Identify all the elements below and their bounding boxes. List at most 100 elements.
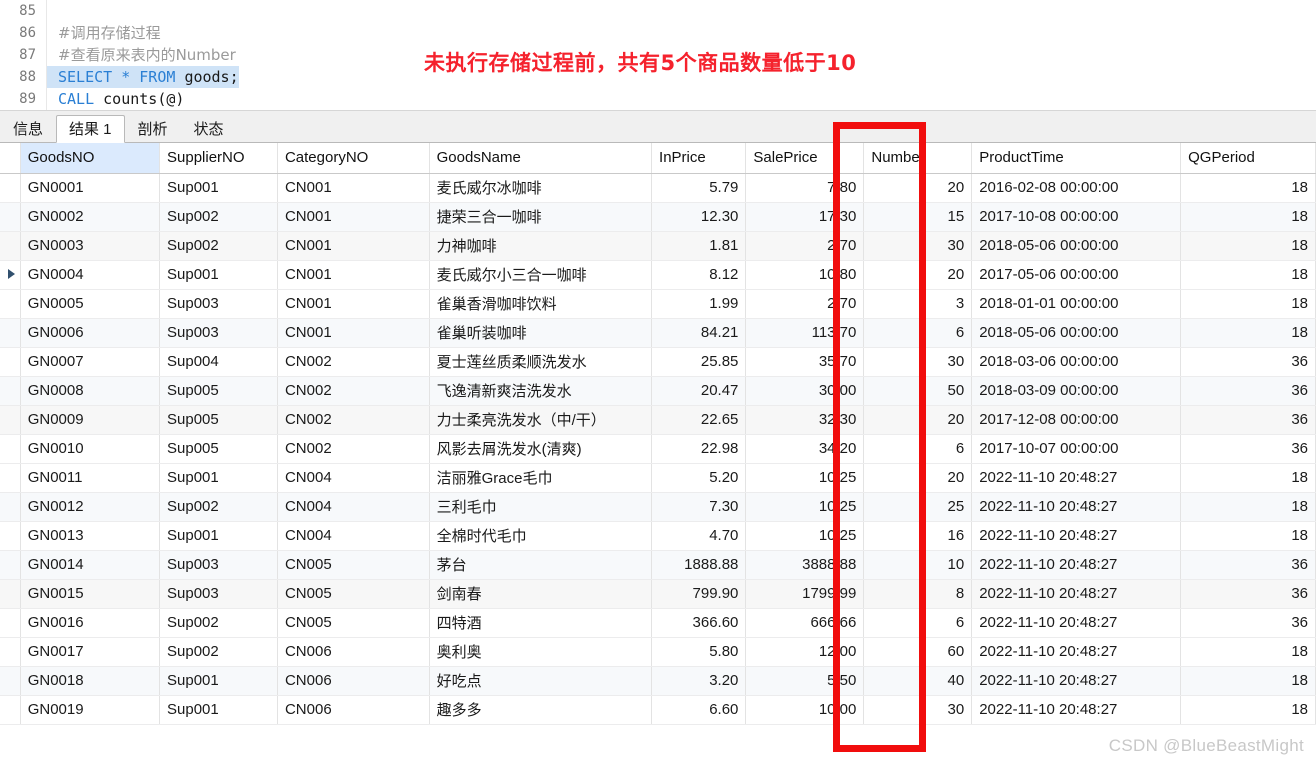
table-row[interactable]: GN0018 Sup001 CN006 好吃点 3.20 5.50 40 2022-11-10… xyxy=(0,666,1316,696)
cell-inprice[interactable]: 5.79 xyxy=(651,173,747,203)
table-row[interactable]: GN0006 Sup003 CN001 雀巢听装咖啡 84.21 113.70 6 2018-… xyxy=(0,318,1316,348)
row-marker-cell[interactable] xyxy=(0,318,21,348)
cell-supplierno[interactable]: Sup002 xyxy=(159,231,278,261)
table-row[interactable]: GN0017 Sup002 CN006 奥利奥 5.80 12.00 60 2022-11-1… xyxy=(0,637,1316,667)
editor-code-text[interactable]: #调用存储过程 xyxy=(46,22,161,44)
cell-qgperiod[interactable]: 18 xyxy=(1180,231,1316,261)
cell-saleprice[interactable]: 113.70 xyxy=(745,318,865,348)
cell-number[interactable]: 6 xyxy=(863,318,973,348)
cell-goodsname[interactable]: 茅台 xyxy=(429,550,653,580)
tab-0[interactable]: 信息 xyxy=(0,115,56,142)
cell-inprice[interactable]: 5.20 xyxy=(651,463,747,493)
editor-code-text[interactable]: #查看原来表内的Number xyxy=(46,44,236,66)
cell-goodsname[interactable]: 力神咖啡 xyxy=(429,231,653,261)
cell-saleprice[interactable]: 3888.88 xyxy=(745,550,865,580)
cell-inprice[interactable]: 799.90 xyxy=(651,579,747,609)
cell-producttime[interactable]: 2016-02-08 00:00:00 xyxy=(971,173,1182,203)
cell-inprice[interactable]: 12.30 xyxy=(651,202,747,232)
table-row[interactable]: GN0011 Sup001 CN004 洁丽雅Grace毛巾 5.20 10.25 20 20… xyxy=(0,463,1316,493)
column-header-qgperiod[interactable]: QGPeriod xyxy=(1180,143,1316,174)
cell-goodsno[interactable]: GN0019 xyxy=(20,695,161,725)
editor-line[interactable]: 86 #调用存储过程 xyxy=(0,22,1316,44)
cell-supplierno[interactable]: Sup001 xyxy=(159,695,278,725)
cell-goodsname[interactable]: 四特酒 xyxy=(429,608,653,638)
table-row[interactable]: GN0015 Sup003 CN005 剑南春 799.90 1799.99 8 2022-1… xyxy=(0,579,1316,609)
cell-goodsno[interactable]: GN0017 xyxy=(20,637,161,667)
cell-qgperiod[interactable]: 18 xyxy=(1180,318,1316,348)
cell-number[interactable]: 30 xyxy=(863,695,973,725)
editor-code-text[interactable]: CALL counts(@) xyxy=(46,88,184,110)
cell-saleprice[interactable]: 10.25 xyxy=(745,521,865,551)
cell-goodsname[interactable]: 三利毛巾 xyxy=(429,492,653,522)
cell-inprice[interactable]: 8.12 xyxy=(651,260,747,290)
cell-inprice[interactable]: 6.60 xyxy=(651,695,747,725)
cell-categoryno[interactable]: CN006 xyxy=(277,695,430,725)
row-marker-cell[interactable] xyxy=(0,550,21,580)
cell-qgperiod[interactable]: 18 xyxy=(1180,260,1316,290)
cell-inprice[interactable]: 20.47 xyxy=(651,376,747,406)
cell-qgperiod[interactable]: 18 xyxy=(1180,202,1316,232)
table-row[interactable]: GN0002 Sup002 CN001 捷荣三合一咖啡 12.30 17.30 15 2017… xyxy=(0,202,1316,232)
cell-producttime[interactable]: 2017-05-06 00:00:00 xyxy=(971,260,1182,290)
cell-inprice[interactable]: 366.60 xyxy=(651,608,747,638)
cell-goodsno[interactable]: GN0008 xyxy=(20,376,161,406)
cell-goodsname[interactable]: 雀巢香滑咖啡饮料 xyxy=(429,289,653,319)
cell-producttime[interactable]: 2022-11-10 20:48:27 xyxy=(971,463,1182,493)
cell-qgperiod[interactable]: 18 xyxy=(1180,463,1316,493)
cell-categoryno[interactable]: CN005 xyxy=(277,608,430,638)
cell-categoryno[interactable]: CN002 xyxy=(277,347,430,377)
cell-producttime[interactable]: 2022-11-10 20:48:27 xyxy=(971,579,1182,609)
cell-number[interactable]: 25 xyxy=(863,492,973,522)
cell-supplierno[interactable]: Sup002 xyxy=(159,492,278,522)
cell-qgperiod[interactable]: 36 xyxy=(1180,347,1316,377)
table-row[interactable]: GN0007 Sup004 CN002 夏士莲丝质柔顺洗发水 25.85 35.70 30 2… xyxy=(0,347,1316,377)
cell-number[interactable]: 20 xyxy=(863,463,973,493)
cell-supplierno[interactable]: Sup003 xyxy=(159,289,278,319)
cell-goodsno[interactable]: GN0004 xyxy=(20,260,161,290)
cell-goodsname[interactable]: 风影去屑洗发水(清爽) xyxy=(429,434,653,464)
cell-supplierno[interactable]: Sup002 xyxy=(159,608,278,638)
row-marker-cell[interactable] xyxy=(0,608,21,638)
cell-categoryno[interactable]: CN004 xyxy=(277,463,430,493)
cell-goodsno[interactable]: GN0018 xyxy=(20,666,161,696)
row-marker-cell[interactable] xyxy=(0,405,21,435)
column-header-producttime[interactable]: ProductTime xyxy=(971,143,1182,174)
table-row[interactable]: GN0010 Sup005 CN002 风影去屑洗发水(清爽) 22.98 34.20 6 2… xyxy=(0,434,1316,464)
cell-producttime[interactable]: 2022-11-10 20:48:27 xyxy=(971,492,1182,522)
cell-goodsname[interactable]: 捷荣三合一咖啡 xyxy=(429,202,653,232)
cell-goodsname[interactable]: 雀巢听装咖啡 xyxy=(429,318,653,348)
cell-inprice[interactable]: 7.30 xyxy=(651,492,747,522)
cell-goodsno[interactable]: GN0002 xyxy=(20,202,161,232)
cell-categoryno[interactable]: CN001 xyxy=(277,173,430,203)
cell-number[interactable]: 6 xyxy=(863,434,973,464)
cell-supplierno[interactable]: Sup005 xyxy=(159,376,278,406)
cell-saleprice[interactable]: 17.30 xyxy=(745,202,865,232)
editor-line[interactable]: 85 xyxy=(0,0,1316,22)
cell-qgperiod[interactable]: 18 xyxy=(1180,173,1316,203)
cell-categoryno[interactable]: CN004 xyxy=(277,492,430,522)
table-row[interactable]: GN0019 Sup001 CN006 趣多多 6.60 10.00 30 2022-11-1… xyxy=(0,695,1316,725)
row-marker-cell[interactable] xyxy=(0,492,21,522)
table-row[interactable]: GN0005 Sup003 CN001 雀巢香滑咖啡饮料 1.99 2.70 3 2018-0… xyxy=(0,289,1316,319)
cell-supplierno[interactable]: Sup003 xyxy=(159,579,278,609)
cell-saleprice[interactable]: 32.30 xyxy=(745,405,865,435)
row-marker-cell[interactable] xyxy=(0,231,21,261)
cell-saleprice[interactable]: 2.70 xyxy=(745,231,865,261)
cell-categoryno[interactable]: CN005 xyxy=(277,550,430,580)
cell-inprice[interactable]: 1.99 xyxy=(651,289,747,319)
cell-supplierno[interactable]: Sup001 xyxy=(159,521,278,551)
cell-goodsname[interactable]: 麦氏威尔小三合一咖啡 xyxy=(429,260,653,290)
row-marker-cell[interactable] xyxy=(0,463,21,493)
cell-number[interactable]: 10 xyxy=(863,550,973,580)
cell-number[interactable]: 40 xyxy=(863,666,973,696)
cell-producttime[interactable]: 2022-11-10 20:48:27 xyxy=(971,666,1182,696)
row-marker-cell[interactable] xyxy=(0,434,21,464)
cell-saleprice[interactable]: 5.50 xyxy=(745,666,865,696)
table-row[interactable]: GN0016 Sup002 CN005 四特酒 366.60 666.66 6 2022-11… xyxy=(0,608,1316,638)
cell-goodsno[interactable]: GN0006 xyxy=(20,318,161,348)
table-row[interactable]: GN0004 Sup001 CN001 麦氏威尔小三合一咖啡 8.12 10.80 20 20… xyxy=(0,260,1316,290)
row-marker-cell[interactable] xyxy=(0,289,21,319)
cell-goodsname[interactable]: 洁丽雅Grace毛巾 xyxy=(429,463,653,493)
cell-number[interactable]: 8 xyxy=(863,579,973,609)
cell-goodsname[interactable]: 力士柔亮洗发水（中/干） xyxy=(429,405,653,435)
